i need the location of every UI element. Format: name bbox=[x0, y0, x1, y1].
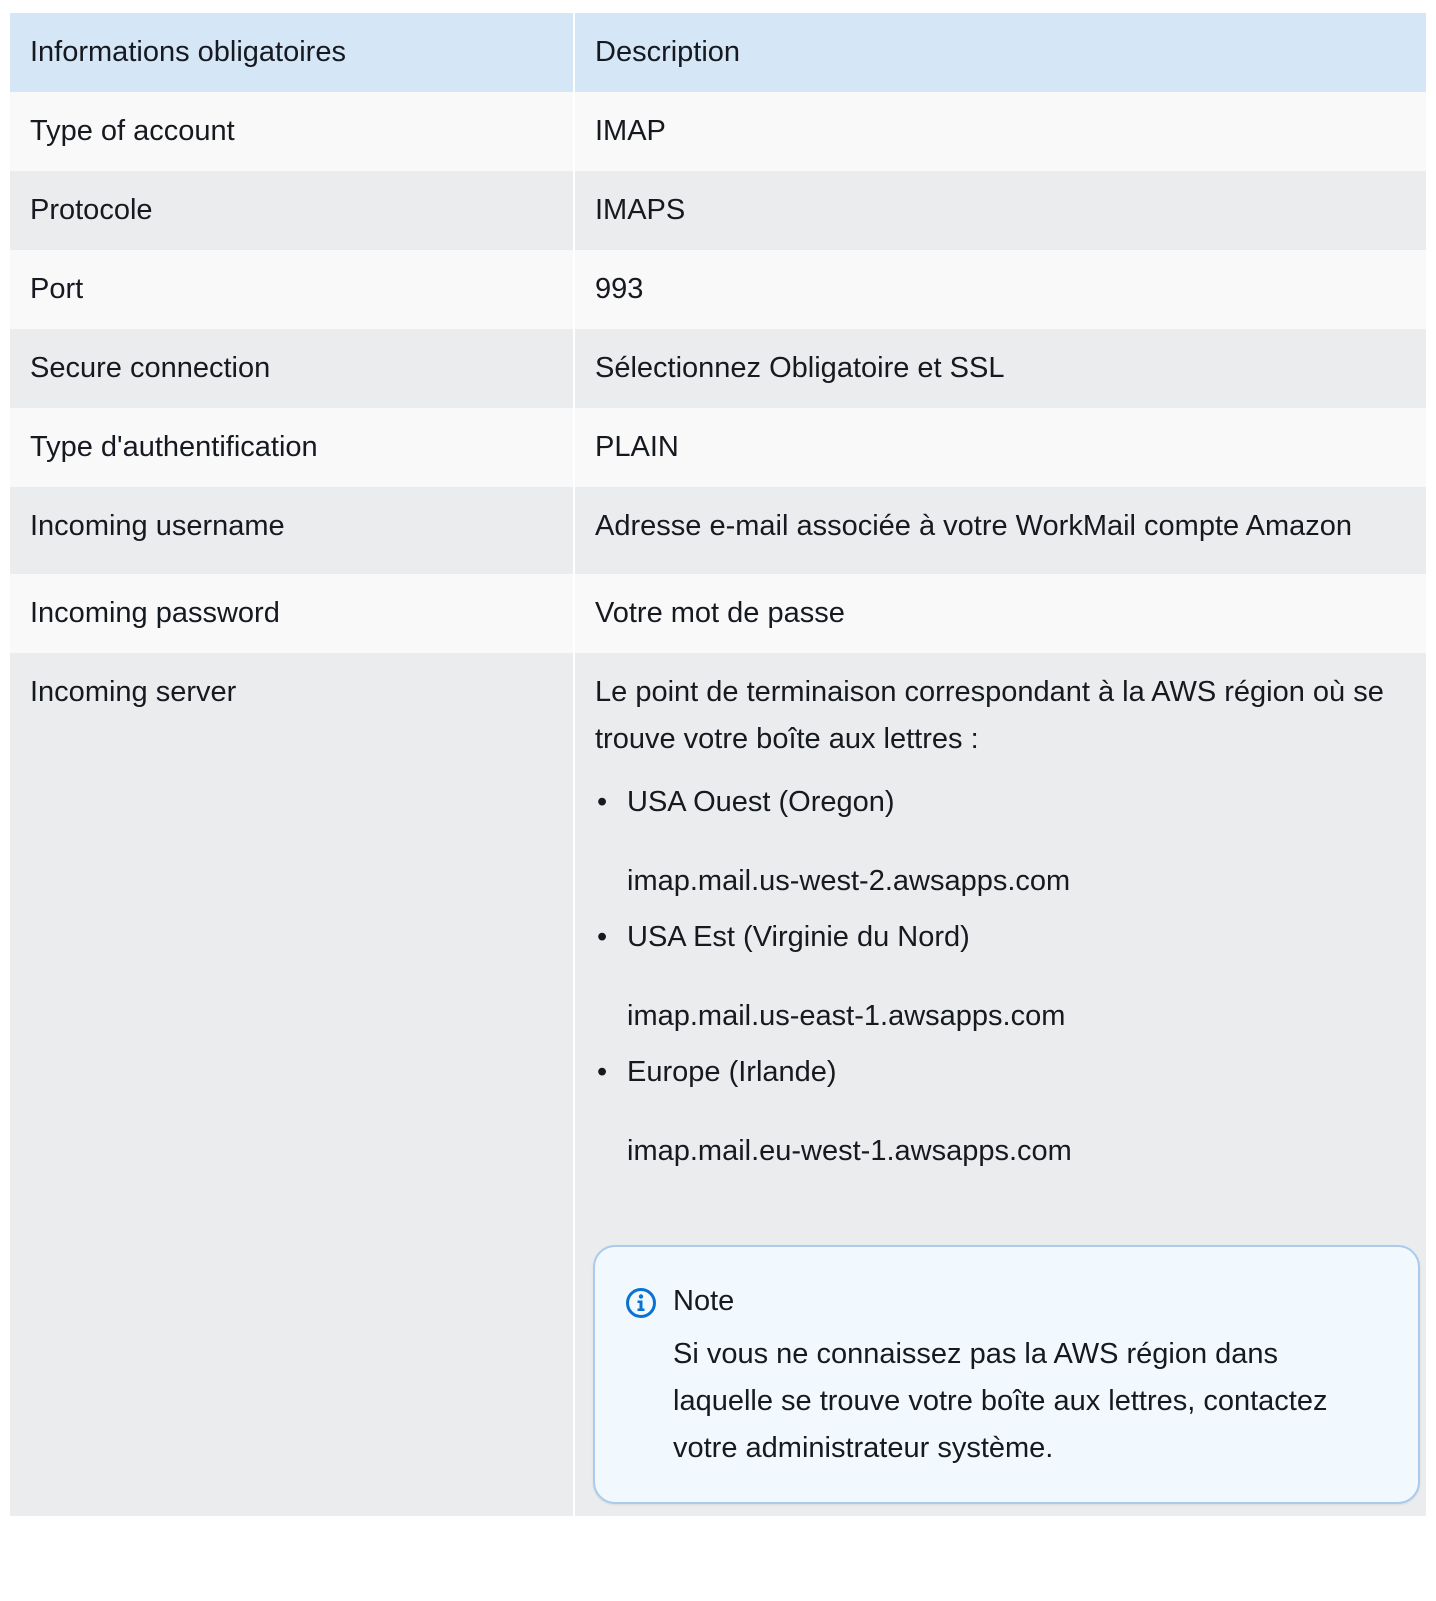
row-value: 993 bbox=[573, 250, 1426, 329]
table-row: Incoming password Votre mot de passe bbox=[10, 574, 1426, 653]
row-label: Incoming username bbox=[10, 487, 574, 574]
row-label: Port bbox=[10, 250, 574, 329]
row-value: Adresse e-mail associée à votre WorkMail… bbox=[573, 487, 1426, 574]
bullet-icon: • bbox=[597, 921, 608, 953]
row-label: Protocole bbox=[10, 171, 574, 250]
row-value: PLAIN bbox=[573, 408, 1426, 487]
row-value: Votre mot de passe bbox=[573, 574, 1426, 653]
row-label: Incoming password bbox=[10, 574, 574, 653]
table-row: Port 993 bbox=[10, 250, 1426, 329]
bullet-icon: • bbox=[597, 786, 608, 818]
region-name: USA Est (Virginie du Nord) bbox=[627, 921, 970, 953]
header-description: Description bbox=[573, 13, 1426, 92]
header-required-info: Informations obligatoires bbox=[10, 13, 574, 92]
region-list: • USA Ouest (Oregon) imap.mail.us-west-2… bbox=[595, 779, 1406, 1175]
table-row: Incoming server Le point de terminaison … bbox=[10, 653, 1426, 1516]
region-endpoint: imap.mail.eu-west-1.awsapps.com bbox=[627, 1135, 1072, 1167]
table-row: Type d'authentification PLAIN bbox=[10, 408, 1426, 487]
list-item: • Europe (Irlande) imap.mail.eu-west-1.a… bbox=[595, 1049, 1406, 1175]
content-wrapper: Informations obligatoires Description Ty… bbox=[10, 13, 1426, 1516]
region-name: USA Ouest (Oregon) bbox=[627, 786, 895, 818]
table-row: Protocole IMAPS bbox=[10, 171, 1426, 250]
table-header-row: Informations obligatoires Description bbox=[10, 13, 1426, 92]
row-label: Type d'authentification bbox=[10, 408, 574, 487]
row-label: Incoming server bbox=[10, 653, 574, 1516]
row-label: Secure connection bbox=[10, 329, 574, 408]
list-item: • USA Est (Virginie du Nord) imap.mail.u… bbox=[595, 914, 1406, 1040]
list-item: • USA Ouest (Oregon) imap.mail.us-west-2… bbox=[595, 779, 1406, 905]
row-value-incoming-server: Le point de terminaison correspondant à … bbox=[573, 653, 1426, 1516]
region-endpoint: imap.mail.us-east-1.awsapps.com bbox=[627, 1000, 1066, 1032]
row-label: Type of account bbox=[10, 92, 574, 171]
table-row: Secure connection Sélectionnez Obligatoi… bbox=[10, 329, 1426, 408]
region-endpoint: imap.mail.us-west-2.awsapps.com bbox=[627, 865, 1071, 897]
table-row: Incoming username Adresse e-mail associé… bbox=[10, 487, 1426, 574]
table-row: Type of account IMAP bbox=[10, 92, 1426, 171]
region-name: Europe (Irlande) bbox=[627, 1056, 837, 1088]
row-value: Sélectionnez Obligatoire et SSL bbox=[573, 329, 1426, 408]
info-icon bbox=[626, 1288, 656, 1318]
row-value: IMAPS bbox=[573, 171, 1426, 250]
bullet-icon: • bbox=[597, 1056, 608, 1088]
note-title: Note bbox=[673, 1285, 735, 1317]
note-header: Note bbox=[625, 1281, 1388, 1321]
settings-table: Informations obligatoires Description Ty… bbox=[10, 13, 1426, 1516]
note-text: Si vous ne connaissez pas la AWS région … bbox=[673, 1338, 1328, 1464]
incoming-server-description: Le point de terminaison correspondant à … bbox=[595, 676, 1384, 755]
note-callout: Note Si vous ne connaissez pas la AWS ré… bbox=[593, 1245, 1420, 1504]
row-value: IMAP bbox=[573, 92, 1426, 171]
